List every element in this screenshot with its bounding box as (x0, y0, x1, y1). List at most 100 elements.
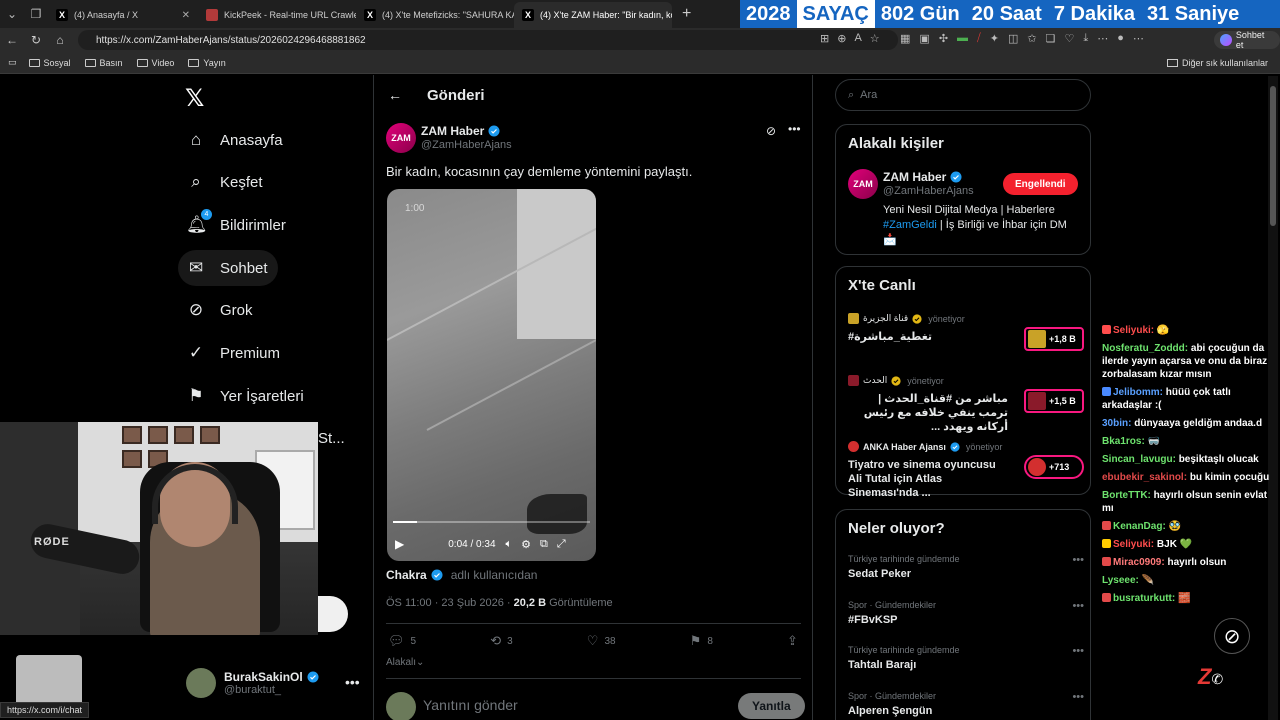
reply-input[interactable]: Yanıtını gönder (423, 697, 518, 713)
chat-message: Seliyuki: BJK 💚 (1102, 538, 1278, 551)
back-arrow-icon[interactable]: ← (388, 87, 402, 103)
sidebar-item-chat[interactable]: ✉ Sohbet (178, 250, 278, 286)
volume-icon[interactable]: 🔈︎ (506, 538, 513, 551)
video-progress-bar[interactable] (393, 521, 590, 523)
profile-avatar[interactable]: ● (1117, 32, 1124, 45)
bookmarks-bar: ▭ Sosyal Basın Video Yayın Diğer sık kul… (0, 52, 1280, 74)
bio-hashtag[interactable]: #ZamGeldi (883, 219, 937, 231)
extension-icon[interactable]: ✣ (939, 32, 948, 45)
avatar[interactable]: ZAM (386, 123, 416, 153)
live-item[interactable]: قناة الجزيرة yönetiyor #تغطية_مباشرة +1,… (848, 313, 1084, 351)
live-item[interactable]: ANKA Haber Ajansı yönetiyor Tiyatro ve s… (848, 441, 1084, 500)
sidebar-item-home[interactable]: ⌂ Anasayfa (178, 122, 293, 158)
x-logo[interactable]: 𝕏 (185, 84, 204, 113)
reply-button[interactable]: Yanıtla (738, 693, 805, 719)
trend-item[interactable]: Spor · Gündemdekiler #FBvKSP ••• (848, 600, 1084, 626)
sidebar-toggle-icon[interactable]: ▭ (8, 57, 17, 68)
search-input[interactable]: ⌕ Ara (835, 79, 1091, 111)
extension-icon[interactable]: ▦ (900, 32, 910, 45)
trend-item[interactable]: Türkiye tarihinde gündemde Sedat Peker •… (848, 554, 1084, 580)
share-button[interactable]: ⇪ (787, 633, 798, 649)
sidebar-item-notifications[interactable]: 🔔︎ 4 Bildirimler (178, 207, 296, 243)
extension-icon[interactable]: ▣ (919, 32, 929, 45)
workspaces-icon[interactable]: ❐ (24, 0, 48, 28)
trend-item[interactable]: Türkiye tarihinde gündemde Tahtalı Baraj… (848, 645, 1084, 671)
close-icon[interactable]: ✕ (182, 10, 190, 21)
settings-icon[interactable]: ⚙ (521, 538, 531, 551)
blocked-button[interactable]: Engellendi (1003, 173, 1078, 195)
reply-sort-dropdown[interactable]: Alakalı⌄ (386, 657, 424, 668)
more-icon[interactable]: ••• (1072, 554, 1084, 566)
extension-icon[interactable]: ⧸ (977, 32, 981, 45)
grok-icon[interactable]: ⊘ (766, 124, 776, 138)
browser-tab-1[interactable]: X (4) Anasayfa / X ✕ (48, 2, 198, 28)
chat-message: BorteTTK: hayırlı olsun senin evlat mı (1102, 489, 1278, 515)
puzzle-icon[interactable]: ✦ (990, 32, 999, 45)
live-thumbnail (1028, 330, 1046, 348)
favorite-star-icon[interactable]: ☆ (870, 32, 880, 45)
sidebar-item-bookmarks[interactable]: ⚑ Yer İşaretleri (178, 378, 314, 414)
reply-button[interactable]: 💬︎ 5 (388, 633, 416, 649)
home-icon[interactable]: ⌂ (48, 33, 72, 47)
bookmark-folder-video[interactable]: Video (136, 58, 174, 68)
chat-badge-icon (1102, 593, 1111, 602)
pip-icon[interactable]: ⧉ (540, 538, 548, 551)
live-item[interactable]: الحدث yönetiyor مباشر من #قناة_الحدث | ت… (848, 375, 1084, 434)
sidebar-item-partial[interactable]: St... (318, 430, 345, 447)
repost-button[interactable]: ⟲ 3 (490, 633, 512, 649)
favorites-icon[interactable]: ✩ (1027, 32, 1036, 45)
browser-tab-4[interactable]: X (4) X'te ZAM Haber: "Bir kadın, koc ✕ (514, 2, 672, 28)
search-icon: ⌕ (191, 172, 201, 191)
collections-icon[interactable]: ❏ (1046, 32, 1056, 45)
browser-tab-2[interactable]: KickPeek - Real-time URL Crawler ✕ (198, 2, 356, 28)
new-tab-button[interactable]: + (672, 5, 701, 23)
sidebar-item-explore[interactable]: ⌕ Keşfet (178, 164, 273, 200)
like-button[interactable]: ♡ 38 (587, 633, 616, 649)
related-handle[interactable]: @ZamHaberAjans (883, 185, 974, 197)
fullscreen-icon[interactable]: ⤢ (557, 538, 566, 551)
bookmark-folder-yayin[interactable]: Yayın (188, 58, 226, 68)
live-on-x-card: X'te Canlı قناة الجزيرة yönetiyor #تغطية… (835, 266, 1091, 499)
bookmark-count: 8 (707, 635, 713, 647)
video-source[interactable]: Chakra adlı kullanıcıdan (386, 568, 537, 582)
copilot-chat-button[interactable]: Sohbet et (1214, 30, 1280, 50)
sidebar-item-grok[interactable]: ⊘ Grok (178, 292, 263, 328)
video-player[interactable]: 1:00 ▶ 0:04 / 0:34 🔈︎ ⚙ ⧉ ⤢ (387, 189, 596, 561)
more-icon[interactable]: ••• (1072, 600, 1084, 612)
downloads-icon[interactable]: ⤓ (1083, 32, 1088, 45)
grok-icon[interactable]: ⊘ (1214, 618, 1250, 654)
play-icon[interactable]: ▶ (395, 537, 404, 551)
scrollbar-thumb[interactable] (1270, 86, 1276, 226)
more-icon[interactable]: ••• (788, 122, 801, 136)
app-icon[interactable]: ⊞ (820, 32, 829, 45)
related-name-row[interactable]: ZAM Haber (883, 170, 962, 184)
bookmark-folder-sosyal[interactable]: Sosyal (28, 58, 71, 68)
post-button-partial[interactable] (318, 596, 348, 632)
browser-tab-3[interactable]: X (4) X'te Metefizicks: "SAHURA KA ✕ (356, 2, 514, 28)
channel-logo (848, 441, 859, 452)
read-aloud-icon[interactable]: A (854, 32, 861, 45)
post-author-row[interactable]: ZAM Haber (421, 124, 500, 138)
more-icon[interactable]: ••• (1072, 645, 1084, 657)
settings-icon[interactable]: ⋯ (1097, 32, 1108, 45)
more-icon[interactable]: ••• (345, 674, 360, 690)
zoom-icon[interactable]: ⊕ (837, 32, 846, 45)
more-icon[interactable]: ⋯ (1133, 32, 1144, 45)
avatar[interactable]: ZAM (848, 169, 878, 199)
account-switcher[interactable]: BurakSakinOl @buraktut_ (186, 668, 319, 698)
back-arrow-icon[interactable]: ← (0, 33, 24, 47)
reload-icon[interactable]: ↻ (24, 33, 48, 47)
url-field[interactable]: https://x.com/ZamHaberAjans/status/20260… (78, 30, 898, 50)
post-handle[interactable]: @ZamHaberAjans (421, 139, 512, 151)
split-screen-icon[interactable]: ◫ (1008, 32, 1018, 45)
other-bookmarks[interactable]: Diğer sık kullanılanlar (1166, 58, 1268, 68)
bookmark-button[interactable]: ⚑ 8 (690, 633, 713, 649)
more-icon[interactable]: ••• (1072, 691, 1084, 703)
trend-item[interactable]: Spor · Gündemdekiler Alperen Şengün ••• (848, 691, 1084, 717)
bookmark-folder-basin[interactable]: Basın (84, 58, 123, 68)
tab-list-button[interactable]: ⌄ (0, 0, 24, 28)
sidebar-item-premium[interactable]: ✓ Premium (178, 335, 290, 371)
heart-icon[interactable]: ♡ (1065, 32, 1075, 45)
post-time[interactable]: ÖS 11:00 · 23 Şub 2026 · (386, 597, 514, 609)
extension-icon[interactable]: ▬ (957, 32, 968, 45)
